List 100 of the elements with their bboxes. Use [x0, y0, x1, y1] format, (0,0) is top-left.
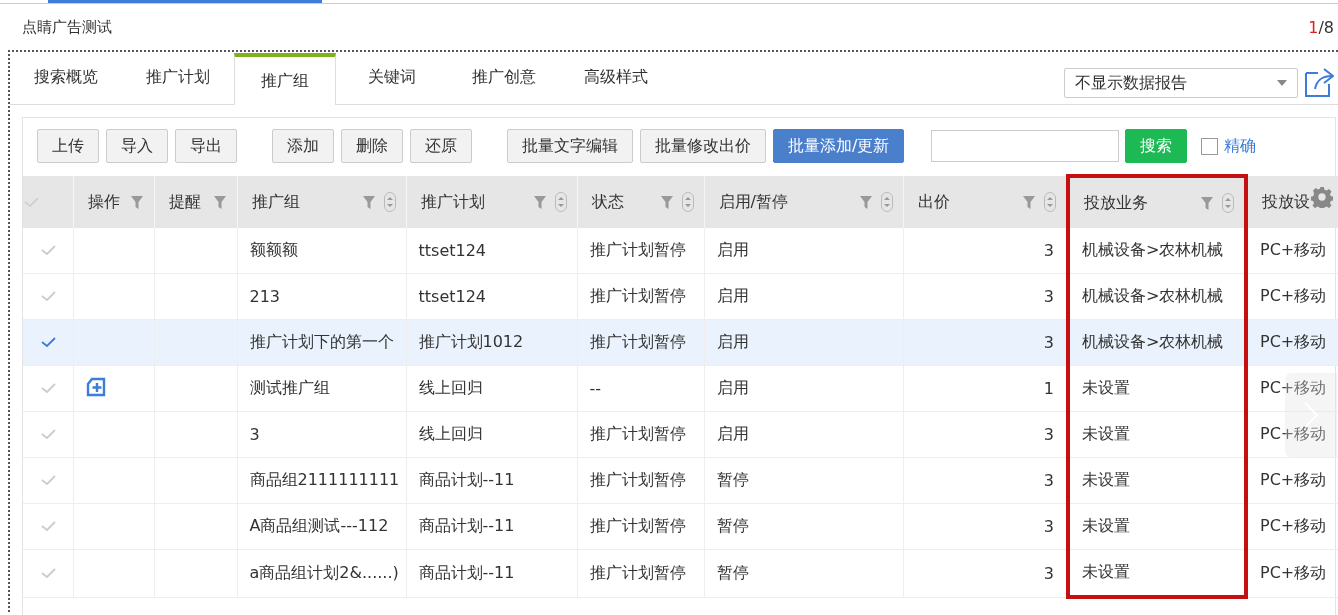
table-cell: 机械设备>农林机械: [1082, 240, 1224, 259]
column-header[interactable]: 状态: [577, 177, 704, 227]
filter-icon[interactable]: [129, 194, 144, 210]
table-cell: 推广计划下的第一个: [249, 332, 394, 351]
table-cell: 1: [1043, 379, 1054, 398]
sort-icon[interactable]: [383, 192, 396, 212]
table-cell: PC+移动: [1260, 562, 1327, 582]
toolbar-button[interactable]: 批量文字编辑: [507, 129, 633, 163]
table-cell: PC+移动: [1260, 424, 1327, 443]
table-cell: 测试推广组: [249, 378, 330, 397]
table-cell: PC+移动: [1260, 240, 1327, 259]
table-cell: PC+移动: [1260, 332, 1327, 351]
search-field[interactable]: [931, 130, 1120, 162]
check-icon[interactable]: [39, 566, 56, 579]
column-header[interactable]: 推广计划: [406, 177, 577, 227]
filter-icon[interactable]: [212, 194, 227, 210]
sort-icon[interactable]: [554, 192, 567, 212]
table-cell: 推广计划暂停: [589, 470, 686, 489]
filter-icon[interactable]: [659, 194, 674, 210]
page-counter: 1/8: [1308, 17, 1334, 37]
table-cell: ttset124: [418, 241, 487, 260]
check-icon[interactable]: [39, 474, 56, 486]
page-title: 点睛广告测试: [22, 17, 112, 37]
sort-icon[interactable]: [681, 192, 694, 212]
check-icon[interactable]: [39, 520, 56, 532]
table-cell: 暂停: [716, 516, 749, 535]
tab[interactable]: 高级样式: [560, 53, 672, 101]
table-cell: 线上回归: [418, 378, 483, 397]
check-icon[interactable]: [39, 428, 56, 440]
tab[interactable]: 推广创意: [448, 53, 560, 101]
table-cell: 未设置: [1082, 516, 1130, 535]
tab[interactable]: 关键词: [336, 53, 448, 101]
table-cell: 3: [249, 425, 260, 444]
toolbar-button[interactable]: 上传: [37, 129, 99, 163]
toolbar-button[interactable]: 批量修改出价: [640, 129, 766, 163]
toolbar-button[interactable]: 导出: [175, 129, 237, 163]
column-header[interactable]: 启用/暂停: [704, 177, 903, 227]
tab[interactable]: 搜索概览: [10, 53, 122, 101]
exact-checkbox[interactable]: [1201, 137, 1219, 155]
toolbar-button[interactable]: 删除: [341, 129, 403, 163]
tab[interactable]: 推广计划: [122, 53, 234, 101]
table-cell: PC+移动: [1260, 516, 1327, 535]
column-header[interactable]: 投放业务: [1070, 178, 1244, 228]
column-header[interactable]: 推广组: [237, 177, 406, 227]
table-cell: 213: [249, 287, 281, 306]
check-icon[interactable]: [39, 244, 56, 256]
check-all-icon[interactable]: [23, 195, 39, 208]
table-cell: ttset124: [418, 287, 487, 306]
table-cell: 未设置: [1082, 424, 1130, 443]
column-header[interactable]: 操作: [73, 177, 154, 227]
table-cell: 3: [1043, 517, 1054, 536]
table-cell: 未设置: [1082, 562, 1130, 581]
settings-icon[interactable]: [1311, 186, 1333, 208]
table-cell: 推广计划暂停: [589, 332, 686, 351]
table-cell: 机械设备>农林机械: [1082, 286, 1224, 305]
table-cell: PC+移动: [1260, 286, 1327, 305]
table-cell: 启用: [716, 286, 749, 305]
table-cell: 启用: [716, 332, 749, 351]
table-cell: PC+移动: [1260, 470, 1327, 489]
table-cell: 启用: [716, 424, 749, 443]
report-dropdown[interactable]: 不显示数据报告: [1064, 68, 1298, 98]
filter-icon[interactable]: [1022, 194, 1036, 210]
sort-icon[interactable]: [880, 192, 893, 212]
table-cell: 启用: [716, 240, 749, 259]
table-cell: 商品组2111111111: [249, 470, 400, 489]
table-cell: a商品组计划2&......): [249, 562, 399, 582]
filter-icon[interactable]: [1200, 195, 1214, 211]
table-cell: 商品计划--11: [418, 562, 515, 582]
check-icon[interactable]: [39, 336, 56, 348]
table-cell: 推广计划暂停: [589, 286, 686, 305]
table-cell: 机械设备>农林机械: [1082, 332, 1224, 351]
table-cell: 推广计划暂停: [589, 516, 686, 535]
export-icon[interactable]: [1304, 68, 1334, 98]
toolbar-button[interactable]: 还原: [410, 129, 472, 163]
tab[interactable]: 推广组: [234, 53, 336, 105]
exact-label[interactable]: 精确: [1224, 135, 1257, 157]
table-cell: PC+移动: [1260, 378, 1327, 397]
toolbar-button[interactable]: 添加: [272, 129, 334, 163]
table-cell: A商品组测试---112: [249, 516, 389, 535]
table-cell: 推广计划1012: [418, 332, 524, 351]
table-cell: 未设置: [1082, 378, 1130, 397]
add-icon[interactable]: [85, 376, 108, 397]
caret-icon: [1277, 80, 1287, 86]
sort-icon[interactable]: [1044, 192, 1056, 212]
column-header[interactable]: 出价: [903, 177, 1066, 227]
column-header[interactable]: 提醒: [154, 177, 237, 227]
column-header[interactable]: 投放设: [1248, 177, 1338, 227]
table-cell: --: [589, 379, 602, 398]
check-icon[interactable]: [39, 382, 56, 394]
table-cell: 未设置: [1082, 470, 1130, 489]
table-cell: 推广计划暂停: [589, 562, 686, 582]
filter-icon[interactable]: [361, 194, 376, 210]
table-cell: 推广计划暂停: [589, 424, 686, 443]
toolbar-button[interactable]: 批量添加/更新: [773, 129, 905, 163]
toolbar-button[interactable]: 导入: [106, 129, 168, 163]
table-cell: 3: [1043, 563, 1054, 583]
filter-icon[interactable]: [532, 194, 547, 210]
sort-icon[interactable]: [1222, 193, 1234, 213]
filter-icon[interactable]: [858, 194, 873, 210]
check-icon[interactable]: [39, 290, 56, 302]
